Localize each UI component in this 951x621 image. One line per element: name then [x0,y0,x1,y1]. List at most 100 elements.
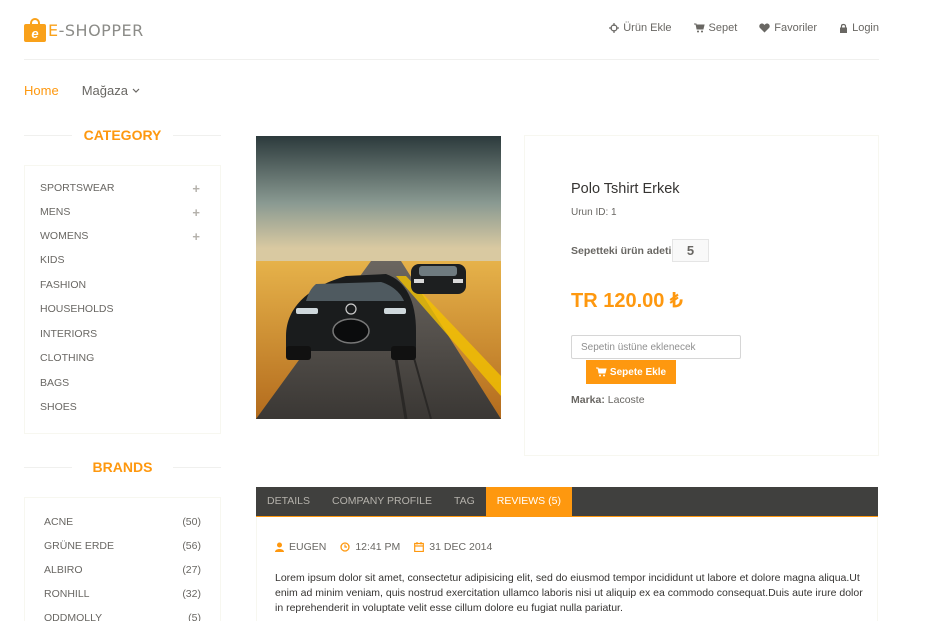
product-tabs: DETAILS COMPANY PROFILE TAG REVIEWS (5) [256,487,878,517]
product-id: Urun ID: 1 [571,207,617,218]
add-to-cart-button[interactable]: Sepete Ekle [586,360,676,384]
brand-count: (5) [188,612,201,621]
product-brand: Marka: Lacoste [571,394,645,406]
category-label: KIDS [40,254,65,266]
product-info-panel: Polo Tshirt Erkek Urun ID: 1 Sepetteki ü… [524,135,879,456]
car-photo [256,136,501,419]
tab-reviews[interactable]: REVIEWS (5) [485,487,572,517]
product-price: TR 120.00 ₺ [571,290,683,312]
heading-rule-left [24,467,72,468]
plus-icon[interactable]: + [192,205,200,220]
heading-rule-right [173,135,221,136]
category-label: HOUSEHOLDS [40,303,114,315]
review-text: Lorem ipsum dolor sit amet, consectetur … [275,572,863,614]
category-item-interiors[interactable]: INTERIORS [40,326,200,342]
category-item-sportswear[interactable]: SPORTSWEAR + [40,180,200,196]
logo-text: E-SHOPPER [48,21,144,40]
category-item-shoes[interactable]: SHOES [40,399,200,415]
brands-heading-text: BRANDS [92,459,153,475]
brand-label: ACNE [44,516,74,528]
review-time-text: 12:41 PM [355,541,401,553]
menu-shop-label: Mağaza [81,83,128,98]
category-label: MENS [40,206,71,218]
nav-cart-label: Sepet [708,22,738,34]
logo[interactable]: e E-SHOPPER [24,15,144,45]
plus-icon[interactable]: + [192,181,200,196]
category-label: INTERIORS [40,328,98,340]
category-item-bags[interactable]: BAGS [40,375,200,391]
tab-details[interactable]: DETAILS [256,487,321,517]
cart-quantity-label: Sepetteki ürün adeti: [571,245,675,257]
nav-cart[interactable]: Sepet [693,22,738,34]
nav-add-product[interactable]: Ürün Ekle [609,22,672,34]
cart-quantity-value: 5 [672,239,709,262]
category-heading-text: CATEGORY [83,127,162,143]
review-date-text: 31 DEC 2014 [429,541,493,553]
brand-count: (32) [182,588,201,600]
cart-icon [693,23,705,33]
category-label: WOMENS [40,230,89,242]
brand-label: RONHILL [44,588,90,600]
brand-item-oddmolly[interactable]: ODDMOLLY (5) [44,610,201,621]
category-item-womens[interactable]: WOMENS + [40,228,200,244]
nav-favorites[interactable]: Favoriler [759,22,817,34]
add-to-cart-label: Sepete Ekle [609,366,667,378]
reviews-panel: EUGEN 12:41 PM 31 DEC 2014 Lorem ipsum d… [256,517,878,621]
main-menu: Home Mağaza [24,83,140,98]
category-item-kids[interactable]: KIDS [40,252,200,268]
brand-item-grune-erde[interactable]: GRÜNE ERDE (56) [44,538,201,554]
category-item-households[interactable]: HOUSEHOLDS [40,301,200,317]
brand-count: (27) [182,564,201,576]
header-divider [24,59,879,60]
add-quantity-input[interactable] [571,335,741,359]
menu-home[interactable]: Home [24,83,59,98]
brand-count: (50) [182,516,201,528]
cart-icon [595,367,607,377]
brand-label: ALBIRO [44,564,83,576]
brand-label: Marka: [571,394,605,406]
category-label: CLOTHING [40,352,95,364]
nav-login[interactable]: Login [839,22,879,34]
nav-login-label: Login [852,22,879,34]
chevron-down-icon [132,88,140,93]
menu-shop[interactable]: Mağaza [82,83,140,98]
review-author: EUGEN [275,541,326,553]
category-item-fashion[interactable]: FASHION [40,277,200,293]
review-date: 31 DEC 2014 [414,541,492,553]
brand-item-acne[interactable]: ACNE (50) [44,514,201,530]
category-label: BAGS [40,377,70,389]
heading-rule-right [173,467,221,468]
top-navigation: Ürün Ekle Sepet Favoriler Login [609,22,879,34]
category-label: SHOES [40,401,77,413]
crosshairs-icon [609,23,620,33]
brand-item-albiro[interactable]: ALBIRO (27) [44,562,201,578]
brand-item-ronhill[interactable]: RONHILL (32) [44,586,201,602]
brands-panel: ACNE (50) GRÜNE ERDE (56) ALBIRO (27) RONHI… [24,497,221,621]
brands-heading: BRANDS [24,459,221,475]
tab-tag[interactable]: TAG [443,487,486,517]
calendar-icon [414,542,425,552]
user-icon [275,542,284,552]
plus-icon[interactable]: + [192,229,200,244]
logo-text-first: E [48,20,59,40]
product-image [256,136,501,419]
logo-text-rest: -SHOPPER [58,20,144,40]
review-time: 12:41 PM [340,541,400,553]
heart-icon [759,23,770,33]
category-item-mens[interactable]: MENS + [40,204,200,220]
category-item-clothing[interactable]: CLOTHING [40,350,200,366]
clock-icon [340,542,350,552]
category-panel: SPORTSWEAR + MENS + WOMENS + KIDS FASHION H… [24,165,221,434]
category-label: SPORTSWEAR [40,182,115,194]
category-label: FASHION [40,279,87,291]
lock-icon [840,23,848,33]
nav-favorites-label: Favoriler [774,22,818,34]
product-name: Polo Tshirt Erkek [571,181,680,197]
brand-count: (56) [182,540,201,552]
review-meta: EUGEN 12:41 PM 31 DEC 2014 [275,541,492,553]
brand-value: Lacoste [607,394,645,406]
logo-letter: e [31,26,39,41]
category-heading: CATEGORY [24,127,221,143]
tab-company-profile[interactable]: COMPANY PROFILE [321,487,443,517]
heading-rule-left [24,135,72,136]
